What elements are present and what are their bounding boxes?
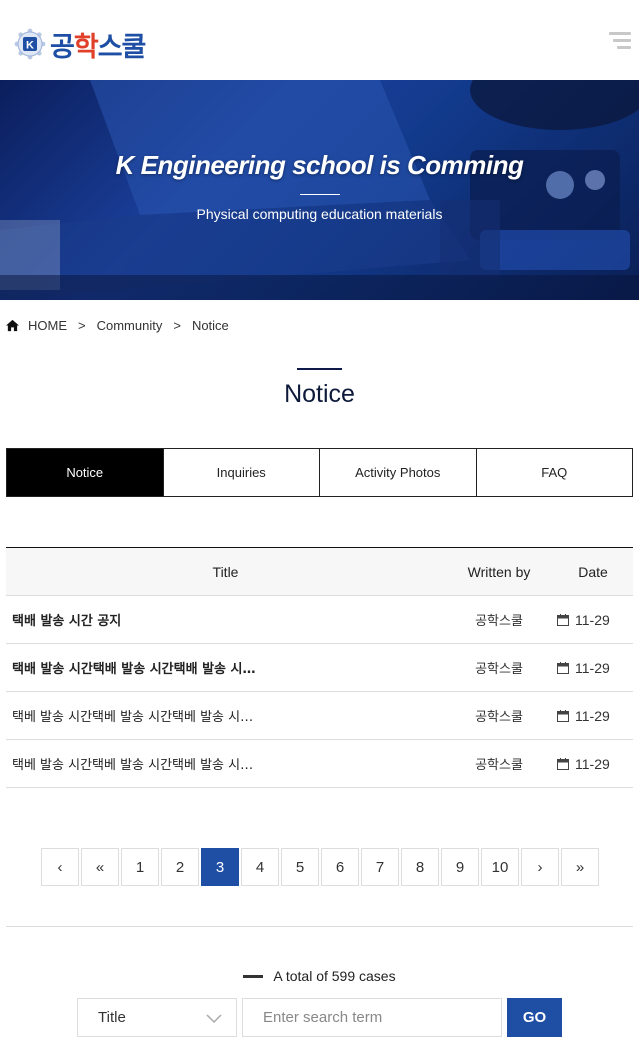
header-date: Date xyxy=(578,563,608,580)
page-title: Notice xyxy=(284,380,355,408)
hero-banner: K Engineering school is Comming Physical… xyxy=(0,80,639,300)
hero-divider xyxy=(300,194,340,195)
calendar-icon xyxy=(557,613,569,626)
row-date-text: 11-29 xyxy=(575,707,610,724)
table-row[interactable]: 택배 발송 시간택배 발송 시간택배 발송 시… 공학스쿨 11-29 xyxy=(6,644,633,692)
logo-text: 공학스쿨 xyxy=(50,31,146,63)
hero-background-image xyxy=(0,80,639,300)
breadcrumb-home[interactable]: HOME xyxy=(28,318,67,333)
first-page-button[interactable]: « xyxy=(81,848,119,886)
site-logo[interactable]: K 공학스쿨 xyxy=(14,26,146,63)
table-row[interactable]: 택베 발송 시간택베 발송 시간택베 발송 시… 공학스쿨 11-29 xyxy=(6,692,633,740)
search-bar: Title GO xyxy=(77,998,562,1037)
page-button[interactable]: 10 xyxy=(481,848,519,886)
row-title[interactable]: 택배 발송 시간 공지 xyxy=(6,610,445,629)
breadcrumb: HOME > Community > Notice xyxy=(6,317,229,333)
row-date: 11-29 xyxy=(553,708,633,724)
page-button[interactable]: 8 xyxy=(401,848,439,886)
breadcrumb-separator: > xyxy=(173,317,181,333)
row-title[interactable]: 택베 발송 시간택베 발송 시간택베 발송 시… xyxy=(6,754,445,773)
breadcrumb-community[interactable]: Community xyxy=(97,318,163,333)
tab-faq[interactable]: FAQ xyxy=(475,449,632,496)
chevron-down-icon xyxy=(206,1014,222,1024)
row-date-text: 11-29 xyxy=(575,611,610,628)
row-date-text: 11-29 xyxy=(575,659,610,676)
site-header: K 공학스쿨 xyxy=(0,0,639,80)
hamburger-menu-icon[interactable] xyxy=(609,32,631,50)
page-button[interactable]: 7 xyxy=(361,848,399,886)
table-row[interactable]: 택베 발송 시간택베 발송 시간택베 발송 시… 공학스쿨 11-29 xyxy=(6,740,633,788)
row-writer: 공학스쿨 xyxy=(475,614,523,629)
home-icon[interactable] xyxy=(6,319,19,332)
logo-gear-icon: K xyxy=(14,28,46,60)
prev-page-button[interactable]: ‹ xyxy=(41,848,79,886)
pagination: ‹ « 1 2 3 4 5 6 7 8 9 10 › » xyxy=(41,848,601,886)
total-count: A total of 599 cases xyxy=(0,968,639,984)
row-date: 11-29 xyxy=(553,612,633,628)
page-button[interactable]: 4 xyxy=(241,848,279,886)
header-writer: Written by xyxy=(467,563,531,580)
calendar-icon xyxy=(557,757,569,770)
search-input[interactable] xyxy=(242,998,502,1037)
row-writer: 공학스쿨 xyxy=(475,662,523,677)
hero-title: K Engineering school is Comming xyxy=(115,150,524,180)
search-field-select-value: Title xyxy=(98,1009,126,1026)
tab-inquiries[interactable]: Inquiries xyxy=(162,449,319,496)
table-header: Title Written by Date xyxy=(6,547,633,596)
page-button[interactable]: 9 xyxy=(441,848,479,886)
row-writer: 공학스쿨 xyxy=(475,710,523,725)
page-button[interactable]: 5 xyxy=(281,848,319,886)
row-date: 11-29 xyxy=(553,756,633,772)
notice-table: Title Written by Date 택배 발송 시간 공지 공학스쿨 1… xyxy=(6,547,633,788)
calendar-icon xyxy=(557,709,569,722)
search-field-select[interactable]: Title xyxy=(77,998,237,1037)
page-button[interactable]: 6 xyxy=(321,848,359,886)
next-page-button[interactable]: › xyxy=(521,848,559,886)
calendar-icon xyxy=(557,661,569,674)
tab-notice[interactable]: Notice xyxy=(7,449,163,496)
row-title[interactable]: 택베 발송 시간택베 발송 시간택베 발송 시… xyxy=(6,706,445,725)
row-date: 11-29 xyxy=(553,660,633,676)
header-title: Title xyxy=(212,563,239,580)
row-title[interactable]: 택배 발송 시간택배 발송 시간택배 발송 시… xyxy=(6,658,445,677)
page-button[interactable]: 2 xyxy=(161,848,199,886)
table-row[interactable]: 택배 발송 시간 공지 공학스쿨 11-29 xyxy=(6,596,633,644)
row-date-text: 11-29 xyxy=(575,755,610,772)
row-writer: 공학스쿨 xyxy=(475,758,523,773)
search-go-button[interactable]: GO xyxy=(507,998,562,1037)
svg-text:K: K xyxy=(26,40,34,52)
last-page-button[interactable]: » xyxy=(561,848,599,886)
section-divider xyxy=(6,926,633,927)
dash-decoration xyxy=(243,974,264,978)
hero-subtitle: Physical computing education materials xyxy=(196,206,443,222)
page-button-current[interactable]: 3 xyxy=(201,848,239,886)
tab-activity-photos[interactable]: Activity Photos xyxy=(319,449,476,496)
title-accent-line xyxy=(297,368,342,370)
total-count-text: A total of 599 cases xyxy=(273,968,396,984)
page-button[interactable]: 1 xyxy=(121,848,159,886)
breadcrumb-notice[interactable]: Notice xyxy=(192,318,229,333)
board-tabs: Notice Inquiries Activity Photos FAQ xyxy=(6,448,633,497)
breadcrumb-separator: > xyxy=(78,317,86,333)
